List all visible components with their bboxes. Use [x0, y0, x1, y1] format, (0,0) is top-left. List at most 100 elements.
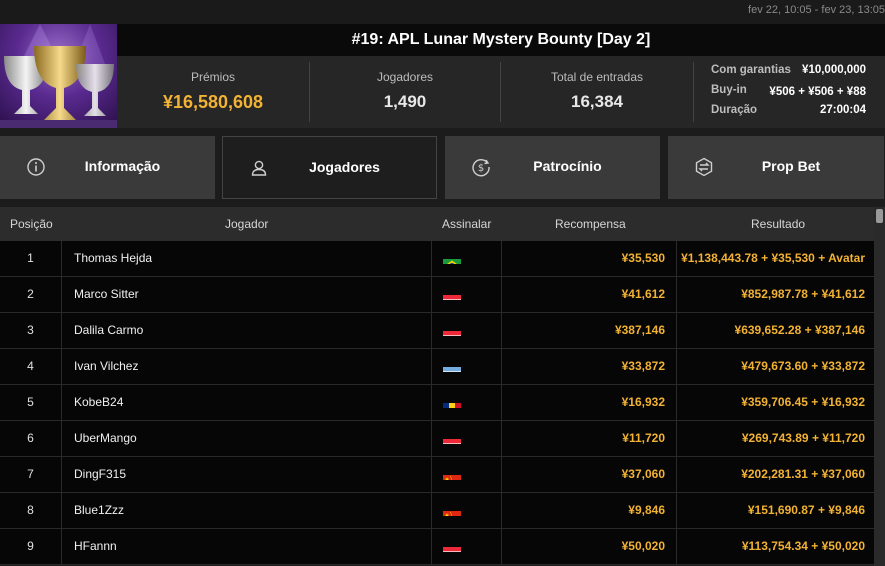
row-player[interactable]: HFannn — [61, 529, 431, 564]
row-flag-cell — [431, 421, 501, 456]
row-position: 9 — [27, 539, 34, 553]
players-stat: Jogadores 1,490 — [310, 56, 500, 128]
row-reward: ¥16,932 — [501, 385, 676, 420]
tab-players[interactable]: Jogadores — [222, 136, 437, 199]
row-player[interactable]: Thomas Hejda — [61, 241, 431, 276]
buyin-row: Buy-in ¥506 + ¥506 + ¥88 — [711, 84, 871, 104]
date-range: fev 22, 10:05 - fev 23, 13:05 — [748, 4, 885, 16]
row-result: ¥151,690.87 + ¥9,846 — [676, 493, 874, 528]
row-result: ¥639,652.28 + ¥387,146 — [676, 313, 874, 348]
row-result: ¥359,706.45 + ¥16,932 — [676, 385, 874, 420]
row-position: 8 — [27, 503, 34, 517]
row-reward: ¥37,060 — [501, 457, 676, 492]
row-player[interactable]: Dalila Carmo — [61, 313, 431, 348]
table-row[interactable]: 9 HFannn ¥50,020 ¥113,754.34 + ¥50,020 — [0, 529, 874, 565]
table-row[interactable]: 5 KobeB24 ¥16,932 ¥359,706.45 + ¥16,932 — [0, 385, 874, 421]
tournament-info: Com garantias ¥10,000,000 Buy-in ¥506 + … — [711, 64, 871, 124]
row-flag-cell — [431, 241, 501, 276]
table-row[interactable]: 8 Blue1Zzz ¥9,846 ¥151,690.87 + ¥9,846 — [0, 493, 874, 529]
table-row[interactable]: 6 UberMango ¥11,720 ¥269,743.89 + ¥11,720 — [0, 421, 874, 457]
row-position: 5 — [27, 395, 34, 409]
table-row[interactable]: 2 Marco Sitter ¥41,612 ¥852,987.78 + ¥41,61… — [0, 277, 874, 313]
tab-label: Informação — [84, 158, 161, 174]
duration-row: Duração 27:00:04 — [711, 104, 871, 124]
duration-label: Duração — [711, 104, 758, 116]
row-position: 4 — [27, 359, 34, 373]
row-reward: ¥9,846 — [501, 493, 676, 528]
row-player[interactable]: DingF315 — [61, 457, 431, 492]
row-reward: ¥11,720 — [501, 421, 676, 456]
row-flag-cell — [431, 493, 501, 528]
table-row[interactable]: 4 Ivan Vilchez ¥33,872 ¥479,673.60 + ¥33,87… — [0, 349, 874, 385]
tab-sponsorship[interactable]: $ Patrocínio — [445, 136, 660, 199]
players-table: 1 Thomas Hejda ¥35,530 ¥1,138,443.78 + ¥35,… — [0, 241, 874, 565]
duration-value: 27:00:04 — [819, 104, 866, 116]
col-reward[interactable]: Recompensa — [555, 217, 626, 231]
row-flag-cell — [431, 385, 501, 420]
row-player[interactable]: KobeB24 — [61, 385, 431, 420]
tab-label: Patrocínio — [533, 158, 602, 174]
top-bar: fev 22, 10:05 - fev 23, 13:05 — [0, 0, 885, 24]
romania-flag-icon — [443, 395, 461, 408]
row-result: ¥852,987.78 + ¥41,612 — [676, 277, 874, 312]
row-player[interactable]: Blue1Zzz — [61, 493, 431, 528]
row-result: ¥113,754.34 + ¥50,020 — [676, 529, 874, 564]
table-row[interactable]: 7 DingF315 ¥37,060 ¥202,281.31 + ¥37,060 — [0, 457, 874, 493]
row-reward: ¥35,530 — [501, 241, 676, 276]
guarantee-label: Com garantias — [711, 64, 791, 76]
scrollbar-thumb[interactable] — [876, 209, 883, 223]
row-flag-cell — [431, 529, 501, 564]
row-reward: ¥50,020 — [501, 529, 676, 564]
col-player[interactable]: Jogador — [225, 217, 268, 231]
entries-stat: Total de entradas 16,384 — [501, 56, 693, 128]
row-position: 3 — [27, 323, 34, 337]
austria-flag-icon — [443, 539, 461, 552]
row-player[interactable]: Ivan Vilchez — [61, 349, 431, 384]
brazil-flag-icon — [443, 251, 461, 264]
tab-information[interactable]: Informação — [0, 136, 215, 199]
divider — [693, 62, 694, 122]
austria-flag-icon — [443, 431, 461, 444]
tab-prop-bet[interactable]: Prop Bet — [668, 136, 884, 199]
guarantee-value: ¥10,000,000 — [802, 64, 866, 76]
table-header: Posição Jogador Assinalar Recompensa Res… — [0, 207, 874, 241]
row-position: 1 — [27, 251, 34, 265]
row-position: 7 — [27, 467, 34, 481]
tab-label: Jogadores — [309, 159, 380, 175]
entries-value: 16,384 — [571, 92, 623, 111]
prizes-stat: Prémios ¥16,580,608 — [117, 56, 309, 128]
row-reward: ¥387,146 — [501, 313, 676, 348]
row-player[interactable]: Marco Sitter — [61, 277, 431, 312]
tab-label: Prop Bet — [761, 158, 821, 174]
trophies-icon — [0, 24, 117, 128]
buyin-value: ¥506 + ¥506 + ¥88 — [769, 86, 866, 98]
buyin-label: Buy-in — [711, 84, 747, 96]
entries-label: Total de entradas — [550, 70, 644, 84]
row-result: ¥479,673.60 + ¥33,872 — [676, 349, 874, 384]
row-reward: ¥41,612 — [501, 277, 676, 312]
row-result: ¥202,281.31 + ¥37,060 — [676, 457, 874, 492]
col-result[interactable]: Resultado — [751, 217, 805, 231]
col-flag[interactable]: Assinalar — [442, 217, 491, 231]
scrollbar[interactable] — [874, 207, 885, 566]
players-label: Jogadores — [376, 70, 434, 84]
row-position: 6 — [27, 431, 34, 445]
table-row[interactable]: 1 Thomas Hejda ¥35,530 ¥1,138,443.78 + ¥35,… — [0, 241, 874, 277]
row-flag-cell — [431, 313, 501, 348]
col-position[interactable]: Posição — [10, 217, 53, 231]
table-row[interactable]: 3 Dalila Carmo ¥387,146 ¥639,652.28 + ¥387,… — [0, 313, 874, 349]
trophy-image — [0, 24, 117, 128]
row-reward: ¥33,872 — [501, 349, 676, 384]
austria-flag-icon — [443, 323, 461, 336]
row-flag-cell — [431, 277, 501, 312]
china-flag-icon — [443, 503, 461, 516]
row-player[interactable]: UberMango — [61, 421, 431, 456]
row-position: 2 — [27, 287, 34, 301]
tournament-title: #19: APL Lunar Mystery Bounty [Day 2] — [117, 24, 885, 56]
row-flag-cell — [431, 349, 501, 384]
guarantee-row: Com garantias ¥10,000,000 — [711, 64, 871, 84]
row-result: ¥1,138,443.78 + ¥35,530 + Avatar — [676, 241, 874, 276]
players-value: 1,490 — [383, 92, 427, 111]
prizes-value: ¥16,580,608 — [162, 92, 264, 112]
prizes-label: Prémios — [190, 70, 235, 84]
